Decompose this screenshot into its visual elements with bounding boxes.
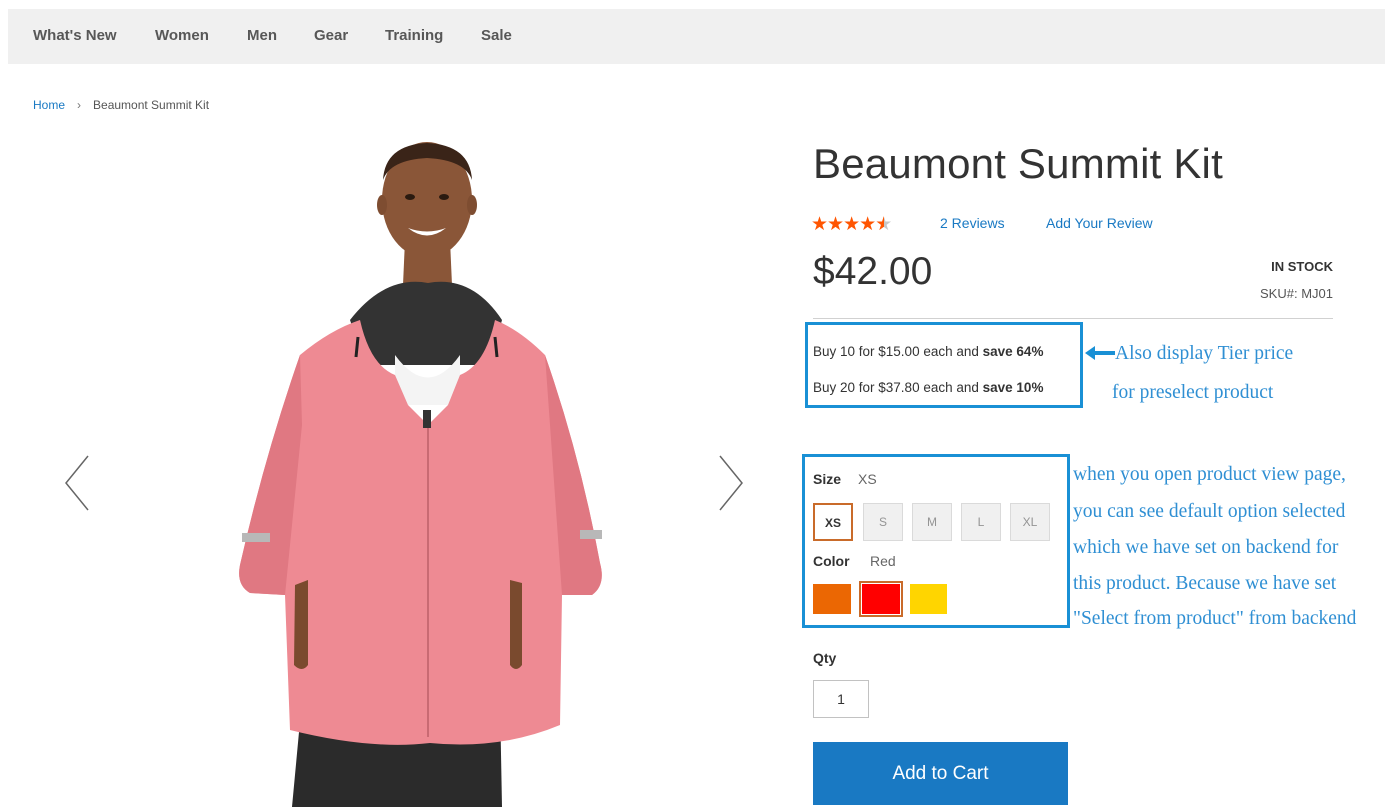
breadcrumb-separator-icon: ›: [77, 98, 82, 112]
nav-item-training[interactable]: Training: [385, 27, 443, 44]
nav-item-whats-new[interactable]: What's New: [33, 27, 117, 44]
color-swatch-yellow[interactable]: [910, 584, 947, 614]
tier-price-highlight-box: [805, 322, 1083, 408]
annotation-line: when you open product view page,: [1073, 464, 1346, 485]
product-title: Beaumont Summit Kit: [813, 140, 1223, 187]
breadcrumb: Home › Beaumont Summit Kit: [33, 98, 209, 112]
tier-price-text: Buy 10 for $15.00 each and: [813, 344, 983, 359]
gallery-prev-arrow-icon[interactable]: [60, 448, 100, 518]
breadcrumb-current: Beaumont Summit Kit: [93, 98, 210, 112]
star-icon: ★: [843, 214, 860, 235]
tier-price-save: save 64%: [982, 344, 1044, 359]
size-swatch-m[interactable]: M: [912, 503, 952, 541]
color-label: Color: [813, 553, 850, 569]
rating-stars: ★★★★★: [811, 213, 892, 236]
annotation-line: this product. Because we have set: [1073, 573, 1337, 594]
size-swatch-s[interactable]: S: [863, 503, 903, 541]
breadcrumb-home-link[interactable]: Home: [33, 98, 65, 112]
annotation-line: which we have set on backend for: [1073, 537, 1339, 558]
product-price: $42.00: [813, 250, 933, 293]
annotation-line: "Select from product" from backend: [1073, 608, 1357, 629]
star-icon: ★: [859, 214, 876, 235]
star-icon: ★: [811, 214, 828, 235]
nav-item-sale[interactable]: Sale: [481, 27, 512, 44]
annotation-line: you can see default option selected: [1073, 501, 1346, 522]
nav-item-men[interactable]: Men: [247, 27, 277, 44]
product-image: [239, 142, 602, 807]
size-selected-value: XS: [858, 471, 877, 487]
qty-input[interactable]: [813, 680, 869, 718]
default-option-annotation: when you open product view page, you can…: [1073, 461, 1356, 632]
half-star-icon: ★: [875, 214, 892, 235]
tier-price-text: Buy 20 for $37.80 each and: [813, 380, 983, 395]
color-selected-value: Red: [870, 553, 896, 569]
stock-status: IN STOCK: [1271, 259, 1333, 274]
star-icon: ★: [827, 214, 844, 235]
top-navigation: What's New Women Men Gear Training Sale: [8, 9, 1385, 64]
add-review-link[interactable]: Add Your Review: [1046, 215, 1153, 231]
nav-item-gear[interactable]: Gear: [314, 27, 348, 44]
size-swatch-l[interactable]: L: [961, 503, 1001, 541]
size-label: Size: [813, 471, 842, 487]
gallery-next-arrow-icon[interactable]: [710, 448, 750, 518]
add-to-cart-button[interactable]: Add to Cart: [813, 742, 1068, 805]
tier-price-save: save 10%: [982, 380, 1044, 395]
reviews-link[interactable]: 2 Reviews: [940, 215, 1005, 231]
color-swatch-orange[interactable]: [813, 584, 851, 614]
product-sku: SKU#: MJ01: [1260, 286, 1333, 301]
divider: [813, 318, 1333, 319]
color-swatch-red[interactable]: [859, 581, 903, 617]
tier-price-row: Buy 10 for $15.00 each and save 64%: [813, 344, 1043, 359]
nav-item-women[interactable]: Women: [155, 27, 209, 44]
size-swatch-xs[interactable]: XS: [813, 503, 853, 541]
annotation-arrow-icon: [1085, 346, 1115, 360]
qty-label: Qty: [813, 650, 837, 666]
tier-price-row: Buy 20 for $37.80 each and save 10%: [813, 380, 1043, 395]
tier-annotation-line: Also display Tier price: [1115, 343, 1294, 364]
tier-annotation-line: for preselect product: [1112, 382, 1274, 403]
size-swatch-xl[interactable]: XL: [1010, 503, 1050, 541]
product-gallery: [40, 125, 780, 807]
